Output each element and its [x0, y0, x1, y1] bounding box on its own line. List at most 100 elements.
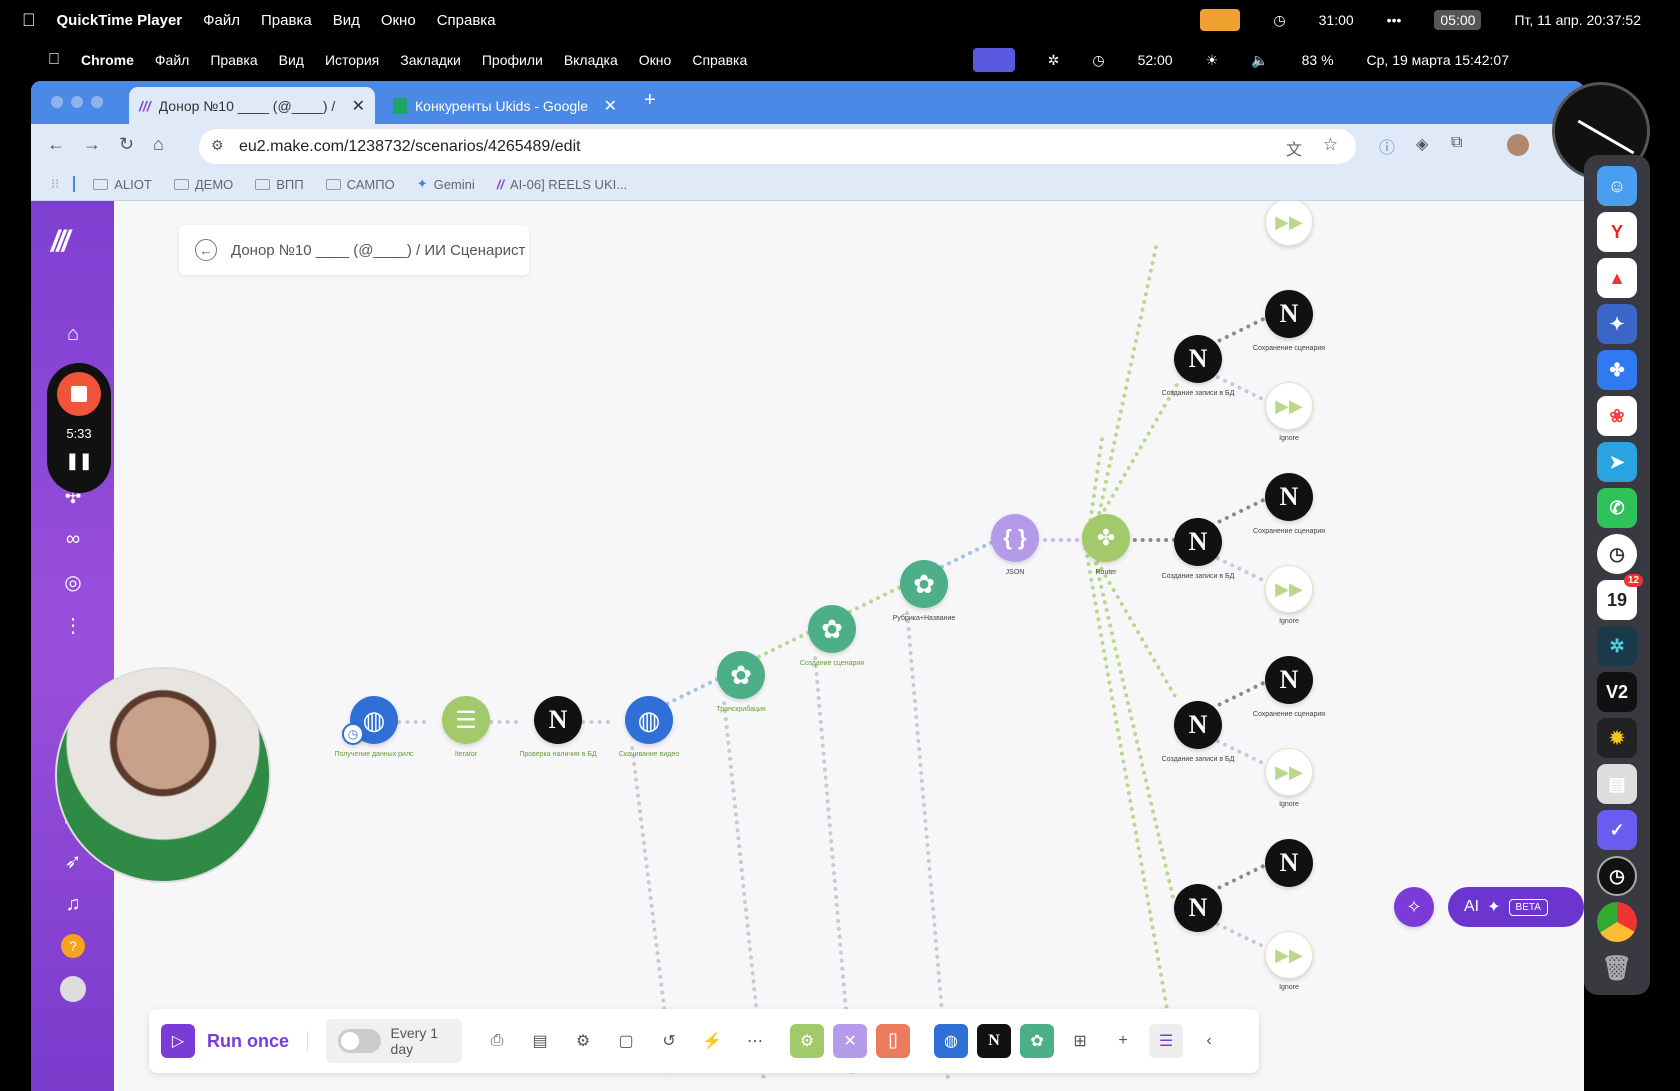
profile-avatar[interactable]	[1507, 134, 1529, 156]
bookmark-item[interactable]: ✦ Gemini	[417, 176, 475, 192]
close-tab-icon[interactable]: ✕	[352, 96, 365, 116]
apple-icon[interactable]: 	[48, 51, 60, 69]
menu-item[interactable]: Окно	[381, 12, 416, 29]
scenario-canvas[interactable]: ← Донор №10 ____ (@____) / ИИ Сценарист	[114, 201, 1584, 1091]
json-node[interactable]: { }	[991, 514, 1039, 562]
schedule-toggle[interactable]	[338, 1029, 381, 1053]
datetime[interactable]: Пт, 11 апр. 20:37:52	[1514, 12, 1641, 28]
bug-icon[interactable]: ✲	[1048, 52, 1060, 69]
tab-make[interactable]: /// Донор №10 ____ (@____) / И ✕	[129, 87, 375, 124]
ignore-node[interactable]: ▶▶	[1265, 931, 1313, 979]
address-bar[interactable]: ⚙ eu2.make.com/1238732/scenarios/4265489…	[199, 129, 1356, 164]
app-icon[interactable]: ❀	[1597, 396, 1637, 436]
extension-de-icon[interactable]: ◈	[1416, 134, 1428, 154]
home-icon[interactable]: ⌂	[153, 134, 164, 155]
globe-icon[interactable]: ◎	[58, 567, 88, 597]
undo-icon[interactable]: ↺	[652, 1024, 686, 1058]
http-icon[interactable]: ◍	[934, 1024, 969, 1058]
openai-icon[interactable]: ✿	[1020, 1024, 1055, 1058]
menu-item[interactable]: Справка	[692, 52, 747, 68]
mic-icon[interactable]	[1200, 9, 1241, 31]
openai-node[interactable]: ✿	[808, 605, 856, 653]
new-tab-icon[interactable]: +	[644, 89, 656, 112]
bookmark-star-icon[interactable]: ☆	[1323, 135, 1338, 155]
openai-node[interactable]: ✿	[900, 560, 948, 608]
tab-sheets[interactable]: Конкуренты Ukids - Google ✕	[383, 87, 627, 124]
notion-node[interactable]: N	[534, 696, 582, 744]
notion-save-node[interactable]: N	[1265, 656, 1313, 704]
apps-icon[interactable]: ⁝⁝	[51, 176, 59, 192]
app-icon[interactable]: ✓	[1597, 810, 1637, 850]
notion-create-node[interactable]: N	[1174, 884, 1222, 932]
text-parser-icon[interactable]: []	[876, 1024, 911, 1058]
trash-icon[interactable]: 🗑	[1597, 948, 1637, 988]
bookmark-item[interactable]: ВПП	[255, 177, 304, 192]
notion-save-node[interactable]: N	[1265, 473, 1313, 521]
ignore-node[interactable]: ▶▶	[1265, 565, 1313, 613]
menu-item[interactable]: Файл	[155, 52, 189, 68]
ignore-node[interactable]: ▶▶	[1265, 382, 1313, 430]
add-module-icon[interactable]: +	[1106, 1024, 1140, 1058]
home-icon[interactable]: ⌂	[58, 319, 88, 349]
more-horizontal-icon[interactable]: ⋯	[738, 1024, 772, 1058]
zoom-window-icon[interactable]	[91, 96, 103, 108]
brightness-icon[interactable]: ☀	[1206, 52, 1219, 69]
pause-icon[interactable]: ❚❚	[66, 451, 93, 471]
clock-app-icon[interactable]: ◷	[1597, 534, 1637, 574]
volume-icon[interactable]: 🔈	[1251, 52, 1268, 69]
notion-save-node[interactable]: N	[1265, 839, 1313, 887]
app-icon[interactable]: ✦	[1597, 304, 1637, 344]
bookmark-item[interactable]: ALIOT	[93, 177, 152, 192]
app-icon[interactable]: ▤	[1597, 764, 1637, 804]
menu-item[interactable]: Правка	[261, 12, 312, 29]
schedule-control[interactable]: Every 1 day	[326, 1019, 463, 1063]
menu-item[interactable]: Вид	[333, 12, 360, 29]
chrome-icon[interactable]	[1597, 902, 1637, 942]
app-icon[interactable]: ✤	[1597, 350, 1637, 390]
auto-align-wand-icon[interactable]: ⚡	[695, 1024, 729, 1058]
grid-apps-icon[interactable]: ⊞	[1063, 1024, 1097, 1058]
iterator-node[interactable]: ☰	[442, 696, 490, 744]
calendar-icon[interactable]: 19 12	[1597, 574, 1643, 620]
hint-bulb-button[interactable]: ✧	[1394, 887, 1434, 927]
menu-item[interactable]: Закладки	[400, 52, 461, 68]
extension-icon[interactable]: ⓘ	[1379, 134, 1395, 158]
scheduling-icon[interactable]: ▤	[523, 1024, 557, 1058]
bookmark-item[interactable]: САМПО	[325, 177, 395, 192]
link-icon[interactable]: ∞	[58, 524, 88, 554]
ignore-node[interactable]: ▶▶	[1265, 201, 1313, 246]
notion-create-node[interactable]: N	[1174, 701, 1222, 749]
app-name[interactable]: Chrome	[81, 52, 134, 68]
back-arrow-icon[interactable]: ←	[195, 239, 217, 261]
http-module-node[interactable]: ◍	[625, 696, 673, 744]
extensions-puzzle-icon[interactable]: ⧉	[1451, 134, 1462, 152]
app-icon[interactable]: ✹	[1597, 718, 1637, 758]
menu-item[interactable]: Файл	[203, 12, 240, 29]
user-avatar[interactable]	[60, 976, 86, 1002]
rocket-icon[interactable]: ➶	[58, 846, 88, 876]
notion-create-node[interactable]: N	[1174, 335, 1222, 383]
flow-control-icon[interactable]: ✕	[833, 1024, 868, 1058]
settings-gear-icon[interactable]: ⚙	[566, 1024, 600, 1058]
menu-item[interactable]: Профили	[482, 52, 543, 68]
menu-item[interactable]: Правка	[210, 52, 257, 68]
close-window-icon[interactable]	[51, 96, 63, 108]
checklist-icon[interactable]: ☰	[1149, 1024, 1184, 1058]
tools-icon[interactable]: ⚙	[790, 1024, 825, 1058]
notion-icon[interactable]: N	[977, 1024, 1012, 1058]
openai-node[interactable]: ✿	[717, 651, 765, 699]
clock-app-icon[interactable]: ◷	[1597, 856, 1637, 896]
yandex-browser-icon[interactable]: Y	[1597, 212, 1637, 252]
stop-record-button[interactable]	[57, 372, 101, 416]
menu-item[interactable]: Вкладка	[564, 52, 618, 68]
whatsapp-icon[interactable]: ✆	[1597, 488, 1637, 528]
translate-icon[interactable]: 文	[1286, 136, 1302, 160]
bell-icon[interactable]: ♫	[58, 889, 88, 919]
menu-item[interactable]: История	[325, 52, 379, 68]
v2-app-icon[interactable]: V2	[1597, 672, 1637, 712]
play-icon[interactable]: ▷	[161, 1024, 195, 1058]
forward-icon[interactable]: →	[83, 134, 101, 155]
router-node[interactable]: ✤	[1082, 514, 1130, 562]
app-icon[interactable]: ✲	[1597, 626, 1637, 666]
notion-create-node[interactable]: N	[1174, 518, 1222, 566]
